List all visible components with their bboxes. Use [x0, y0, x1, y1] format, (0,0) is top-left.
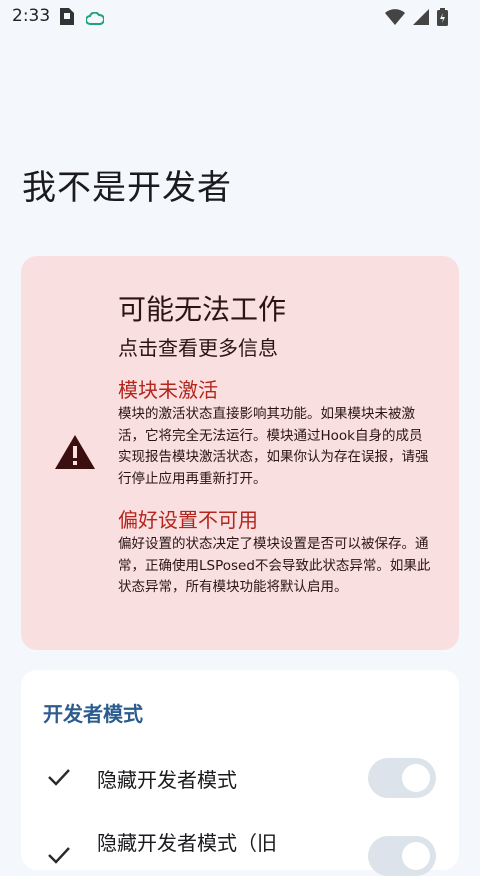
check-icon	[47, 846, 71, 868]
module-status-warning-card[interactable]: 可能无法工作 点击查看更多信息 模块未激活 模块的激活状态直接影响其功能。如果模…	[21, 256, 459, 650]
setting-label: 隐藏开发者模式（旧	[97, 831, 277, 855]
warning-icon	[54, 434, 96, 474]
battery-icon	[437, 8, 448, 30]
setting-label: 隐藏开发者模式	[97, 768, 237, 792]
page-title: 我不是开发者	[22, 168, 232, 208]
warning-subtitle: 点击查看更多信息	[118, 336, 278, 360]
developer-mode-card: 开发者模式 隐藏开发者模式 隐藏开发者模式（旧	[21, 670, 459, 876]
wifi-icon	[385, 9, 405, 29]
section-title: 开发者模式	[43, 702, 143, 726]
toggle-switch[interactable]	[368, 758, 436, 798]
module-inactive-title: 模块未激活	[118, 378, 218, 402]
toggle-switch[interactable]	[368, 836, 436, 876]
toggle-knob	[402, 842, 430, 870]
preferences-unavailable-title: 偏好设置不可用	[118, 508, 258, 532]
warning-title: 可能无法工作	[118, 293, 287, 326]
sim-card-icon	[60, 8, 74, 29]
preferences-unavailable-description: 偏好设置的状态决定了模块设置是否可以被保存。通常，正确使用LSPosed不会导致…	[118, 536, 431, 595]
cloud-icon	[85, 10, 106, 29]
status-bar: 2:33	[0, 0, 480, 34]
check-icon	[47, 768, 71, 790]
module-inactive-description: 模块的激活状态直接影响其功能。如果模块未被激活，它将完全无法运行。模块通过Hoo…	[118, 406, 429, 487]
signal-icon	[413, 9, 429, 29]
status-time: 2:33	[12, 6, 51, 26]
toggle-knob	[402, 764, 430, 792]
